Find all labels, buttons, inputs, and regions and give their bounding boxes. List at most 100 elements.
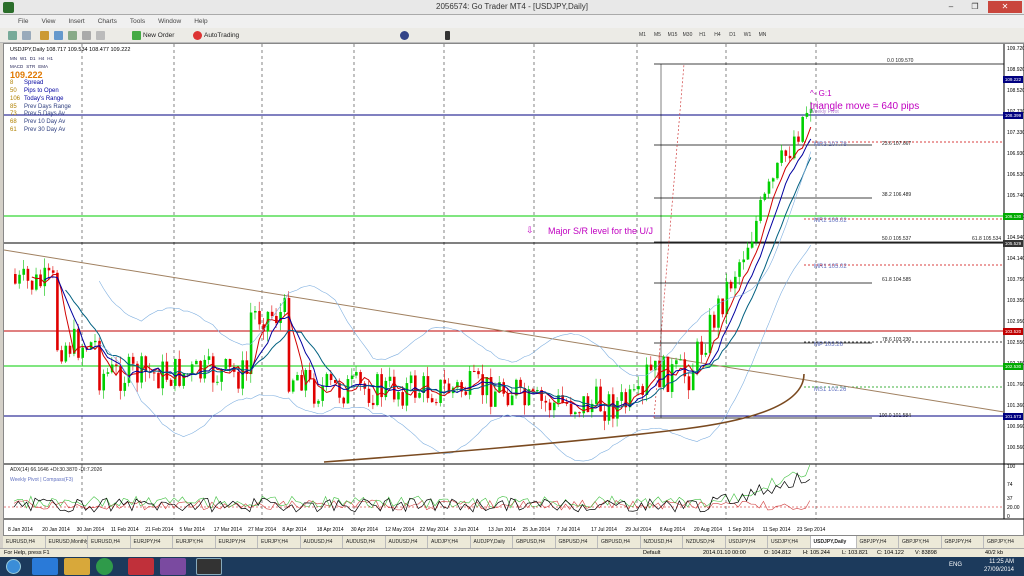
menu-insert[interactable]: Insert <box>68 15 84 28</box>
start-button[interactable] <box>6 559 21 574</box>
terminal-icon[interactable] <box>82 31 91 40</box>
stat-value: 68 <box>10 118 17 125</box>
autotrading-button[interactable]: AutoTrading <box>204 30 239 41</box>
chart-tab[interactable]: AUDJPY,Daily <box>471 536 513 548</box>
tf-d1-button[interactable]: D1 <box>726 31 739 40</box>
tf-w1-button[interactable]: W1 <box>741 31 754 40</box>
candle-body <box>742 259 746 263</box>
candle-body <box>477 371 480 375</box>
chart-tab[interactable]: AUDUSD,H4 <box>386 536 428 548</box>
menu-file[interactable]: File <box>18 15 28 28</box>
market-watch-icon[interactable] <box>40 31 49 40</box>
chart-tab[interactable]: GBPUSD,H4 <box>513 536 556 548</box>
candle-body <box>300 374 303 391</box>
menu-view[interactable]: View <box>41 15 55 28</box>
chart-tab[interactable]: GBPJPY,H4 <box>942 536 984 548</box>
chart-tab[interactable]: NZDUSD,H4 <box>683 536 726 548</box>
autotrading-icon[interactable] <box>193 31 202 40</box>
chart-tab[interactable]: USDJPY,Daily <box>810 536 857 548</box>
chart-tab[interactable]: EURJPY,H4 <box>131 536 173 548</box>
pivot-label: MR1 105.02 <box>814 264 847 270</box>
indicator-list: MACD STR EMA <box>10 63 71 71</box>
close-button[interactable]: ✕ <box>988 1 1022 13</box>
candle-body <box>22 268 26 275</box>
chart-tab[interactable]: GBPUSD,H4 <box>598 536 641 548</box>
indicator-label: MACD <box>10 63 24 69</box>
date-label: 8 Jan 2014 <box>8 527 33 533</box>
chrome-icon[interactable] <box>96 558 113 575</box>
chart-tab[interactable]: EURUSD,H4 <box>88 536 131 548</box>
chart-tab[interactable]: EURJPY,H4 <box>216 536 258 548</box>
candle-body <box>738 262 741 277</box>
chart-tab[interactable]: AUDUSD,H4 <box>343 536 386 548</box>
chart-tab[interactable]: EURJPY,H4 <box>258 536 301 548</box>
metatrader-icon[interactable] <box>196 558 222 575</box>
info-panel: MN W1 D1 H4 H1 MACD STR EMA 109.222 8 Spread 50… <box>10 55 71 134</box>
date-label: 30 Apr 2014 <box>351 527 378 533</box>
new-chart-icon[interactable] <box>8 31 17 40</box>
menu-tools[interactable]: Tools <box>130 15 145 28</box>
candle-body <box>506 393 510 406</box>
profiles-icon[interactable] <box>22 31 31 40</box>
chart-tab[interactable]: USDJPY,H4 <box>768 536 811 548</box>
chart-tab[interactable]: AUDUSD,H4 <box>301 536 343 548</box>
chart-tab[interactable]: EURUSD,Monthly <box>46 536 88 548</box>
language-indicator[interactable]: ENG <box>949 562 962 568</box>
tf-mn-button[interactable]: MN <box>756 31 769 40</box>
media-icon[interactable] <box>128 558 154 575</box>
chart-tab[interactable]: EURUSD,H4 <box>3 536 46 548</box>
candle-body <box>56 272 59 351</box>
clock[interactable]: 11:25 AM 27/09/2014 <box>984 558 1014 574</box>
tf-m30-button[interactable]: M30 <box>681 31 694 40</box>
maximize-button[interactable]: ❐ <box>964 1 986 13</box>
minimize-button[interactable]: – <box>940 1 962 13</box>
new-order-button[interactable]: New Order <box>143 30 174 41</box>
app-icon[interactable] <box>160 558 186 575</box>
candle-body <box>329 374 333 381</box>
tf-h1-button[interactable]: H1 <box>696 31 709 40</box>
tf-m1-button[interactable]: M1 <box>636 31 649 40</box>
periods-icon[interactable] <box>400 31 409 40</box>
candle-body <box>401 392 404 406</box>
candle-body <box>704 352 708 355</box>
tf-h4-button[interactable]: H4 <box>711 31 724 40</box>
price-level-box: 106.130 <box>1003 213 1023 220</box>
candle-body <box>211 356 215 383</box>
tf-m15-button[interactable]: M15 <box>666 31 679 40</box>
navigator-icon[interactable] <box>68 31 77 40</box>
chart-tab[interactable]: GBPUSD,H4 <box>556 536 598 548</box>
candle-body <box>696 341 699 371</box>
menu-help[interactable]: Help <box>194 15 207 28</box>
g1-annotation: ^- G:1 <box>810 89 832 98</box>
strategy-tester-icon[interactable] <box>96 31 105 40</box>
chart-tab[interactable]: GBPJPY,H4 <box>899 536 942 548</box>
new-order-icon[interactable] <box>132 31 141 40</box>
candle-body <box>776 162 779 179</box>
price-scale-label: 101.360 <box>1007 403 1024 409</box>
chart-tab[interactable]: EURJPY,H4 <box>173 536 216 548</box>
chart-tab[interactable]: USDJPY,H4 <box>726 536 768 548</box>
ie-icon[interactable] <box>32 558 58 575</box>
candle-body <box>443 379 447 384</box>
chart-tab[interactable]: AUDJPY,H4 <box>428 536 471 548</box>
chart-tab[interactable]: GBPJPY,H4 <box>857 536 899 548</box>
candle-body <box>312 379 316 404</box>
chart-tab[interactable]: NZDUSD,H4 <box>641 536 683 548</box>
chart-window[interactable]: 109.720108.920108.520107.730107.330106.9… <box>3 43 1024 536</box>
menu-window[interactable]: Window <box>158 15 181 28</box>
candle-body <box>536 390 539 392</box>
price-level-box: 103.520 <box>1003 328 1023 335</box>
pivot-label: MP 103.26 <box>814 342 843 348</box>
candle-body <box>291 380 295 392</box>
tf-m5-button[interactable]: M5 <box>651 31 664 40</box>
date-label: 8 Aug 2014 <box>660 527 686 533</box>
menu-charts[interactable]: Charts <box>98 15 117 28</box>
candle-body <box>317 400 320 404</box>
file-explorer-icon[interactable] <box>64 558 90 575</box>
data-window-icon[interactable] <box>54 31 63 40</box>
fib-label: 38.2 106.489 <box>882 192 912 198</box>
date-label: 20 Jan 2014 <box>42 527 70 533</box>
chart-tab[interactable]: GBPJPY,H4 <box>984 536 1024 548</box>
sr-level-annotation: Major S/R level for the U/J <box>548 226 654 236</box>
cursor-icon[interactable] <box>445 31 450 40</box>
